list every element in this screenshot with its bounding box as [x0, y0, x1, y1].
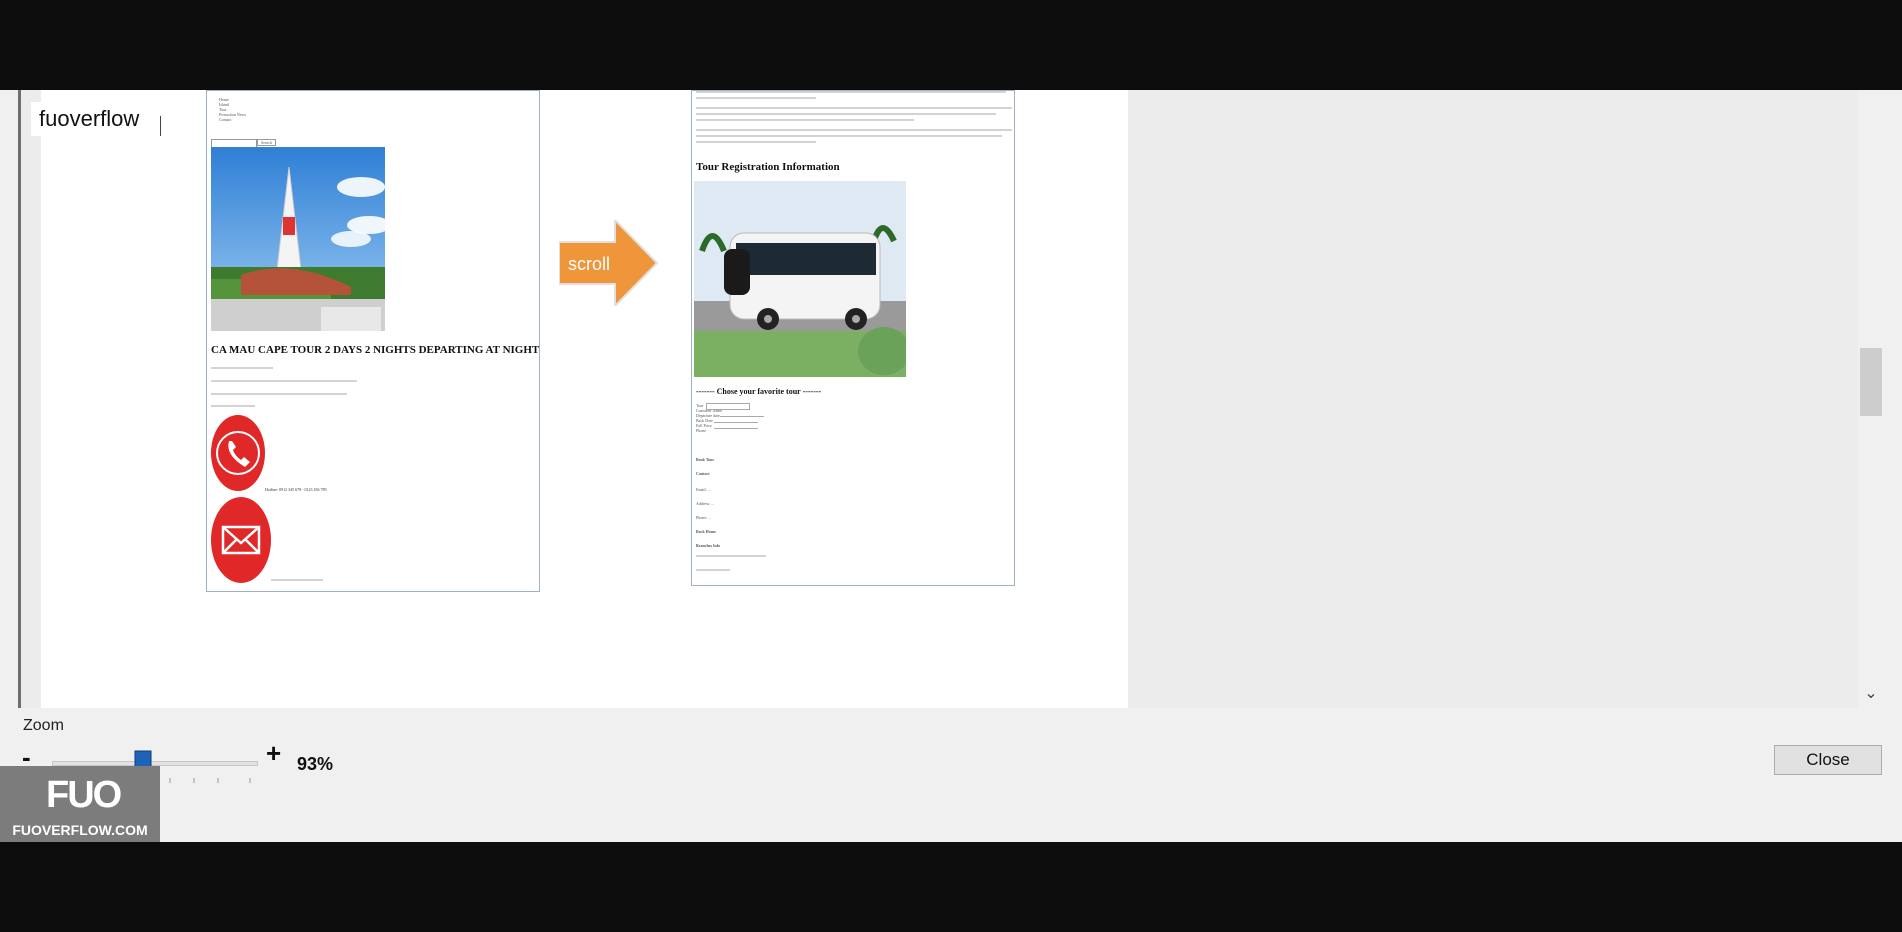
hotline-text: Hotline: 0912 345 678 - 0123 456 789 — [265, 487, 327, 492]
logo-mark: FUO — [46, 774, 122, 816]
preview-viewport[interactable]: Home Island Tour Promotion News Contact … — [18, 90, 1858, 708]
tour-title: CA MAU CAPE TOUR 2 DAYS 2 NIGHTS DEPARTI… — [211, 344, 540, 356]
zoom-in-label: + — [266, 738, 282, 768]
text-line — [696, 141, 816, 143]
nav-menu: Home Island Tour Promotion News Contact — [219, 97, 246, 122]
back-date-field — [714, 419, 758, 423]
preview-canvas: Home Island Tour Promotion News Contact … — [31, 90, 1128, 708]
zoom-percent: 93% — [297, 754, 334, 774]
preview-page-left: Home Island Tour Promotion News Contact … — [206, 90, 540, 592]
contact-email: Email: ... — [696, 487, 711, 492]
scroll-arrow-icon: scroll — [559, 220, 659, 306]
scrollbar-thumb[interactable] — [1860, 348, 1882, 416]
text-line — [696, 129, 1012, 131]
contact-phone: Phone: ... — [696, 515, 712, 520]
text-line — [696, 135, 1002, 137]
text-line — [211, 405, 255, 407]
text-line — [211, 367, 273, 369]
watermark-tag: fuoverflow — [31, 102, 149, 136]
print-preview-dialog: Home Island Tour Promotion News Contact … — [0, 90, 1902, 842]
preview-page-right: Tour Registration Information ------- Ch — [691, 90, 1015, 586]
text-caret — [160, 116, 161, 136]
text-line — [271, 579, 323, 581]
text-line — [696, 113, 996, 115]
text-line — [696, 569, 730, 571]
branches-title: Branches Info — [696, 543, 721, 548]
tour-select — [706, 403, 750, 410]
phone-icon — [211, 415, 265, 491]
text-line — [211, 380, 357, 382]
cape-monument-image — [211, 147, 385, 331]
contact-address: Address: ... — [696, 501, 715, 506]
tour-bus-image — [694, 181, 906, 377]
departure-field — [720, 413, 764, 417]
nav-item-contact: Contact — [219, 117, 232, 122]
chevron-down-icon[interactable]: ⌄ — [1858, 682, 1884, 706]
contact-title: Contact — [696, 471, 710, 476]
close-button[interactable]: Close — [1774, 745, 1882, 775]
text-line — [211, 393, 347, 395]
text-line — [696, 555, 766, 557]
vertical-scrollbar[interactable]: ⌄ — [1858, 90, 1884, 708]
registration-heading: Tour Registration Information — [696, 161, 840, 173]
text-line — [696, 91, 1006, 93]
back-home-title: Back Home — [696, 529, 716, 534]
scroll-label: scroll — [568, 254, 610, 274]
zoom-label: Zoom — [23, 717, 64, 734]
mail-icon — [211, 497, 271, 583]
book-tour-text: Book Tour — [696, 457, 715, 462]
fuoverflow-logo: FUO FUOVERFLOW.COM — [0, 766, 160, 842]
text-line — [696, 97, 816, 99]
page-search-button: Search — [257, 139, 276, 146]
logo-site-name: FUOVERFLOW.COM — [12, 822, 148, 838]
favorite-tour-title: ------- Chose your favorite tour ------- — [696, 387, 822, 396]
text-line — [696, 119, 914, 121]
price-field — [714, 425, 758, 429]
text-line — [696, 107, 1012, 109]
